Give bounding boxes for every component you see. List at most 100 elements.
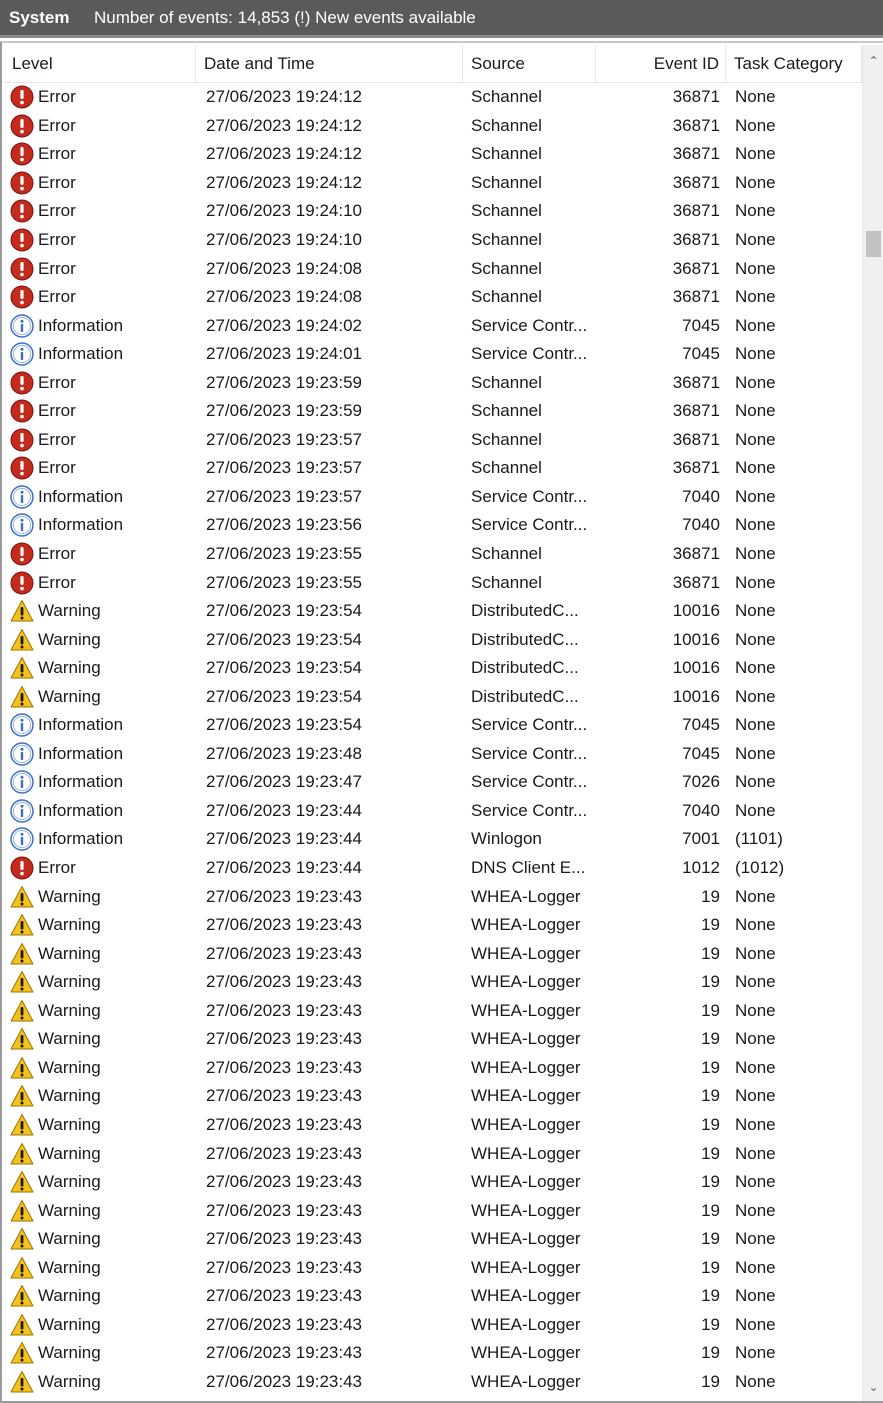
- event-row[interactable]: Error 27/06/2023 19:24:10 Schannel 36871 Non…: [4, 197, 862, 226]
- scroll-thumb[interactable]: [866, 231, 881, 257]
- source-cell: WHEA-Logger: [471, 1286, 581, 1306]
- event-row[interactable]: Information 27/06/2023 19:23:47 Service Co…: [4, 768, 862, 797]
- level-cell: Error: [4, 426, 196, 455]
- category-cell: None: [735, 1086, 776, 1106]
- date-cell: 27/06/2023 19:23:43: [206, 1114, 362, 1134]
- level-label: Warning: [38, 915, 101, 935]
- event-row[interactable]: Information 27/06/2023 19:23:54 Service Co…: [4, 711, 862, 740]
- column-header-source[interactable]: Source: [463, 45, 596, 82]
- event-row[interactable]: Error 27/06/2023 19:24:12 Schannel 36871 Non…: [4, 169, 862, 198]
- event-row[interactable]: Warning 27/06/2023 19:23:54 DistributedC..…: [4, 654, 862, 683]
- error-icon: [10, 571, 34, 595]
- event-row[interactable]: Warning 27/06/2023 19:23:54 DistributedC..…: [4, 682, 862, 711]
- level-label: Error: [38, 230, 76, 249]
- event-row[interactable]: Warning 27/06/2023 19:23:43 WHEA-Logger 19 N…: [4, 1082, 862, 1111]
- event-row[interactable]: Warning 27/06/2023 19:23:43 WHEA-Logger 19 N…: [4, 1225, 862, 1254]
- vertical-scrollbar[interactable]: ⌃ ⌄: [862, 45, 883, 1401]
- event-row[interactable]: Warning 27/06/2023 19:23:43 WHEA-Logger 19 N…: [4, 1253, 862, 1282]
- event-row[interactable]: Error 27/06/2023 19:24:08 Schannel 36871 Non…: [4, 283, 862, 312]
- event-row[interactable]: Information 27/06/2023 19:23:44 Winlogon 70…: [4, 825, 862, 854]
- source-cell: Schannel: [471, 572, 542, 592]
- level-cell: Warning: [4, 1311, 196, 1340]
- event-row[interactable]: Error 27/06/2023 19:23:59 Schannel 36871 Non…: [4, 368, 862, 397]
- event-row[interactable]: Information 27/06/2023 19:23:48 Service Co…: [4, 740, 862, 769]
- event-row[interactable]: Error 27/06/2023 19:24:08 Schannel 36871 Non…: [4, 254, 862, 283]
- event-row[interactable]: Information 27/06/2023 19:24:01 Service Co…: [4, 340, 862, 369]
- category-cell: None: [735, 972, 776, 992]
- level-cell: Information: [4, 768, 196, 797]
- event-row[interactable]: Error 27/06/2023 19:23:55 Schannel 36871 Non…: [4, 540, 862, 569]
- event-row[interactable]: Information 27/06/2023 19:23:57 Service Co…: [4, 483, 862, 512]
- source-cell: Service Contr...: [471, 315, 588, 335]
- event-id-cell: 1012: [682, 858, 720, 878]
- event-id-cell: 19: [701, 972, 720, 992]
- level-cell: Warning: [4, 1339, 196, 1368]
- level-cell: Error: [4, 283, 196, 312]
- event-row[interactable]: Warning 27/06/2023 19:23:43 WHEA-Logger 19 N…: [4, 968, 862, 997]
- level-label: Error: [38, 287, 76, 307]
- date-cell: 27/06/2023 19:23:47: [206, 772, 362, 792]
- date-cell: 27/06/2023 19:24:12: [206, 172, 362, 192]
- scroll-up-icon[interactable]: ⌃: [863, 49, 883, 73]
- warning-icon: [10, 1256, 34, 1279]
- event-row[interactable]: Warning 27/06/2023 19:23:43 WHEA-Logger 19 N…: [4, 1168, 862, 1197]
- event-row[interactable]: Warning 27/06/2023 19:23:54 DistributedC..…: [4, 597, 862, 626]
- event-row[interactable]: Warning 27/06/2023 19:23:43 WHEA-Logger 19 N…: [4, 1311, 862, 1340]
- scroll-down-icon[interactable]: ⌄: [863, 1375, 883, 1399]
- event-row[interactable]: Warning 27/06/2023 19:23:43 WHEA-Logger 19 N…: [4, 1282, 862, 1311]
- event-row[interactable]: Warning 27/06/2023 19:23:43 WHEA-Logger 19 N…: [4, 1368, 862, 1397]
- event-row[interactable]: Error 27/06/2023 19:23:57 Schannel 36871 Non…: [4, 426, 862, 455]
- level-label: Error: [38, 858, 76, 878]
- category-cell: None: [735, 1257, 776, 1277]
- level-label: Error: [38, 144, 76, 164]
- event-row[interactable]: Warning 27/06/2023 19:23:43 WHEA-Logger 19 N…: [4, 1054, 862, 1083]
- event-id-cell: 19: [701, 1371, 720, 1391]
- event-row[interactable]: Warning 27/06/2023 19:23:43 WHEA-Logger 19 N…: [4, 1111, 862, 1140]
- level-label: Warning: [38, 1257, 101, 1277]
- event-rows: Error 27/06/2023 19:24:12 Schannel 36871 Non…: [4, 83, 862, 1396]
- event-row[interactable]: Error 27/06/2023 19:23:44 DNS Client E... 1…: [4, 854, 862, 883]
- event-row[interactable]: Error 27/06/2023 19:24:10 Schannel 36871 Non…: [4, 226, 862, 255]
- error-icon: [10, 456, 34, 480]
- event-row[interactable]: Warning 27/06/2023 19:23:43 WHEA-Logger 19 N…: [4, 1025, 862, 1054]
- level-label: Error: [38, 401, 76, 421]
- date-cell: 27/06/2023 19:23:43: [206, 1286, 362, 1306]
- event-row[interactable]: Error 27/06/2023 19:23:59 Schannel 36871 Non…: [4, 397, 862, 426]
- event-row[interactable]: Error 27/06/2023 19:24:12 Schannel 36871 Non…: [4, 112, 862, 141]
- warning-icon: [10, 1370, 34, 1393]
- event-row[interactable]: Warning 27/06/2023 19:23:43 WHEA-Logger 19 N…: [4, 1339, 862, 1368]
- event-id-cell: 7001: [682, 829, 720, 849]
- source-cell: DistributedC...: [471, 686, 579, 706]
- event-row[interactable]: Warning 27/06/2023 19:23:43 WHEA-Logger 19 N…: [4, 911, 862, 940]
- level-label: Warning: [38, 1343, 101, 1363]
- event-row[interactable]: Warning 27/06/2023 19:23:43 WHEA-Logger 19 N…: [4, 997, 862, 1026]
- event-row[interactable]: Error 27/06/2023 19:24:12 Schannel 36871 Non…: [4, 83, 862, 112]
- event-id-cell: 10016: [672, 686, 720, 706]
- error-icon: [10, 399, 34, 423]
- column-header-level[interactable]: Level: [4, 45, 196, 82]
- category-cell: None: [735, 772, 776, 792]
- information-icon: [10, 799, 34, 823]
- category-cell: None: [735, 401, 776, 421]
- event-row[interactable]: Information 27/06/2023 19:23:44 Service Co…: [4, 797, 862, 826]
- date-cell: 27/06/2023 19:24:12: [206, 87, 362, 107]
- warning-icon: [10, 885, 34, 908]
- column-header-category[interactable]: Task Category: [726, 45, 862, 82]
- event-row[interactable]: Warning 27/06/2023 19:23:43 WHEA-Logger 19 N…: [4, 1139, 862, 1168]
- event-id-cell: 36871: [672, 372, 720, 392]
- column-header-event-id[interactable]: Event ID: [596, 45, 726, 82]
- event-count-status[interactable]: Number of events: 14,853 (!) New events …: [94, 8, 476, 28]
- event-row[interactable]: Error 27/06/2023 19:23:57 Schannel 36871 Non…: [4, 454, 862, 483]
- event-row[interactable]: Information 27/06/2023 19:23:56 Service Co…: [4, 511, 862, 540]
- event-row[interactable]: Information 27/06/2023 19:24:02 Service Co…: [4, 311, 862, 340]
- event-row[interactable]: Error 27/06/2023 19:24:12 Schannel 36871 Non…: [4, 140, 862, 169]
- category-cell: None: [735, 144, 776, 164]
- event-row[interactable]: Error 27/06/2023 19:23:55 Schannel 36871 Non…: [4, 568, 862, 597]
- event-id-cell: 36871: [672, 87, 720, 107]
- column-header-date[interactable]: Date and Time: [196, 45, 463, 82]
- date-cell: 27/06/2023 19:24:12: [206, 144, 362, 164]
- event-row[interactable]: Warning 27/06/2023 19:23:43 WHEA-Logger 19 N…: [4, 1196, 862, 1225]
- event-row[interactable]: Warning 27/06/2023 19:23:43 WHEA-Logger 19 N…: [4, 939, 862, 968]
- event-row[interactable]: Warning 27/06/2023 19:23:54 DistributedC..…: [4, 625, 862, 654]
- event-row[interactable]: Warning 27/06/2023 19:23:43 WHEA-Logger 19 N…: [4, 882, 862, 911]
